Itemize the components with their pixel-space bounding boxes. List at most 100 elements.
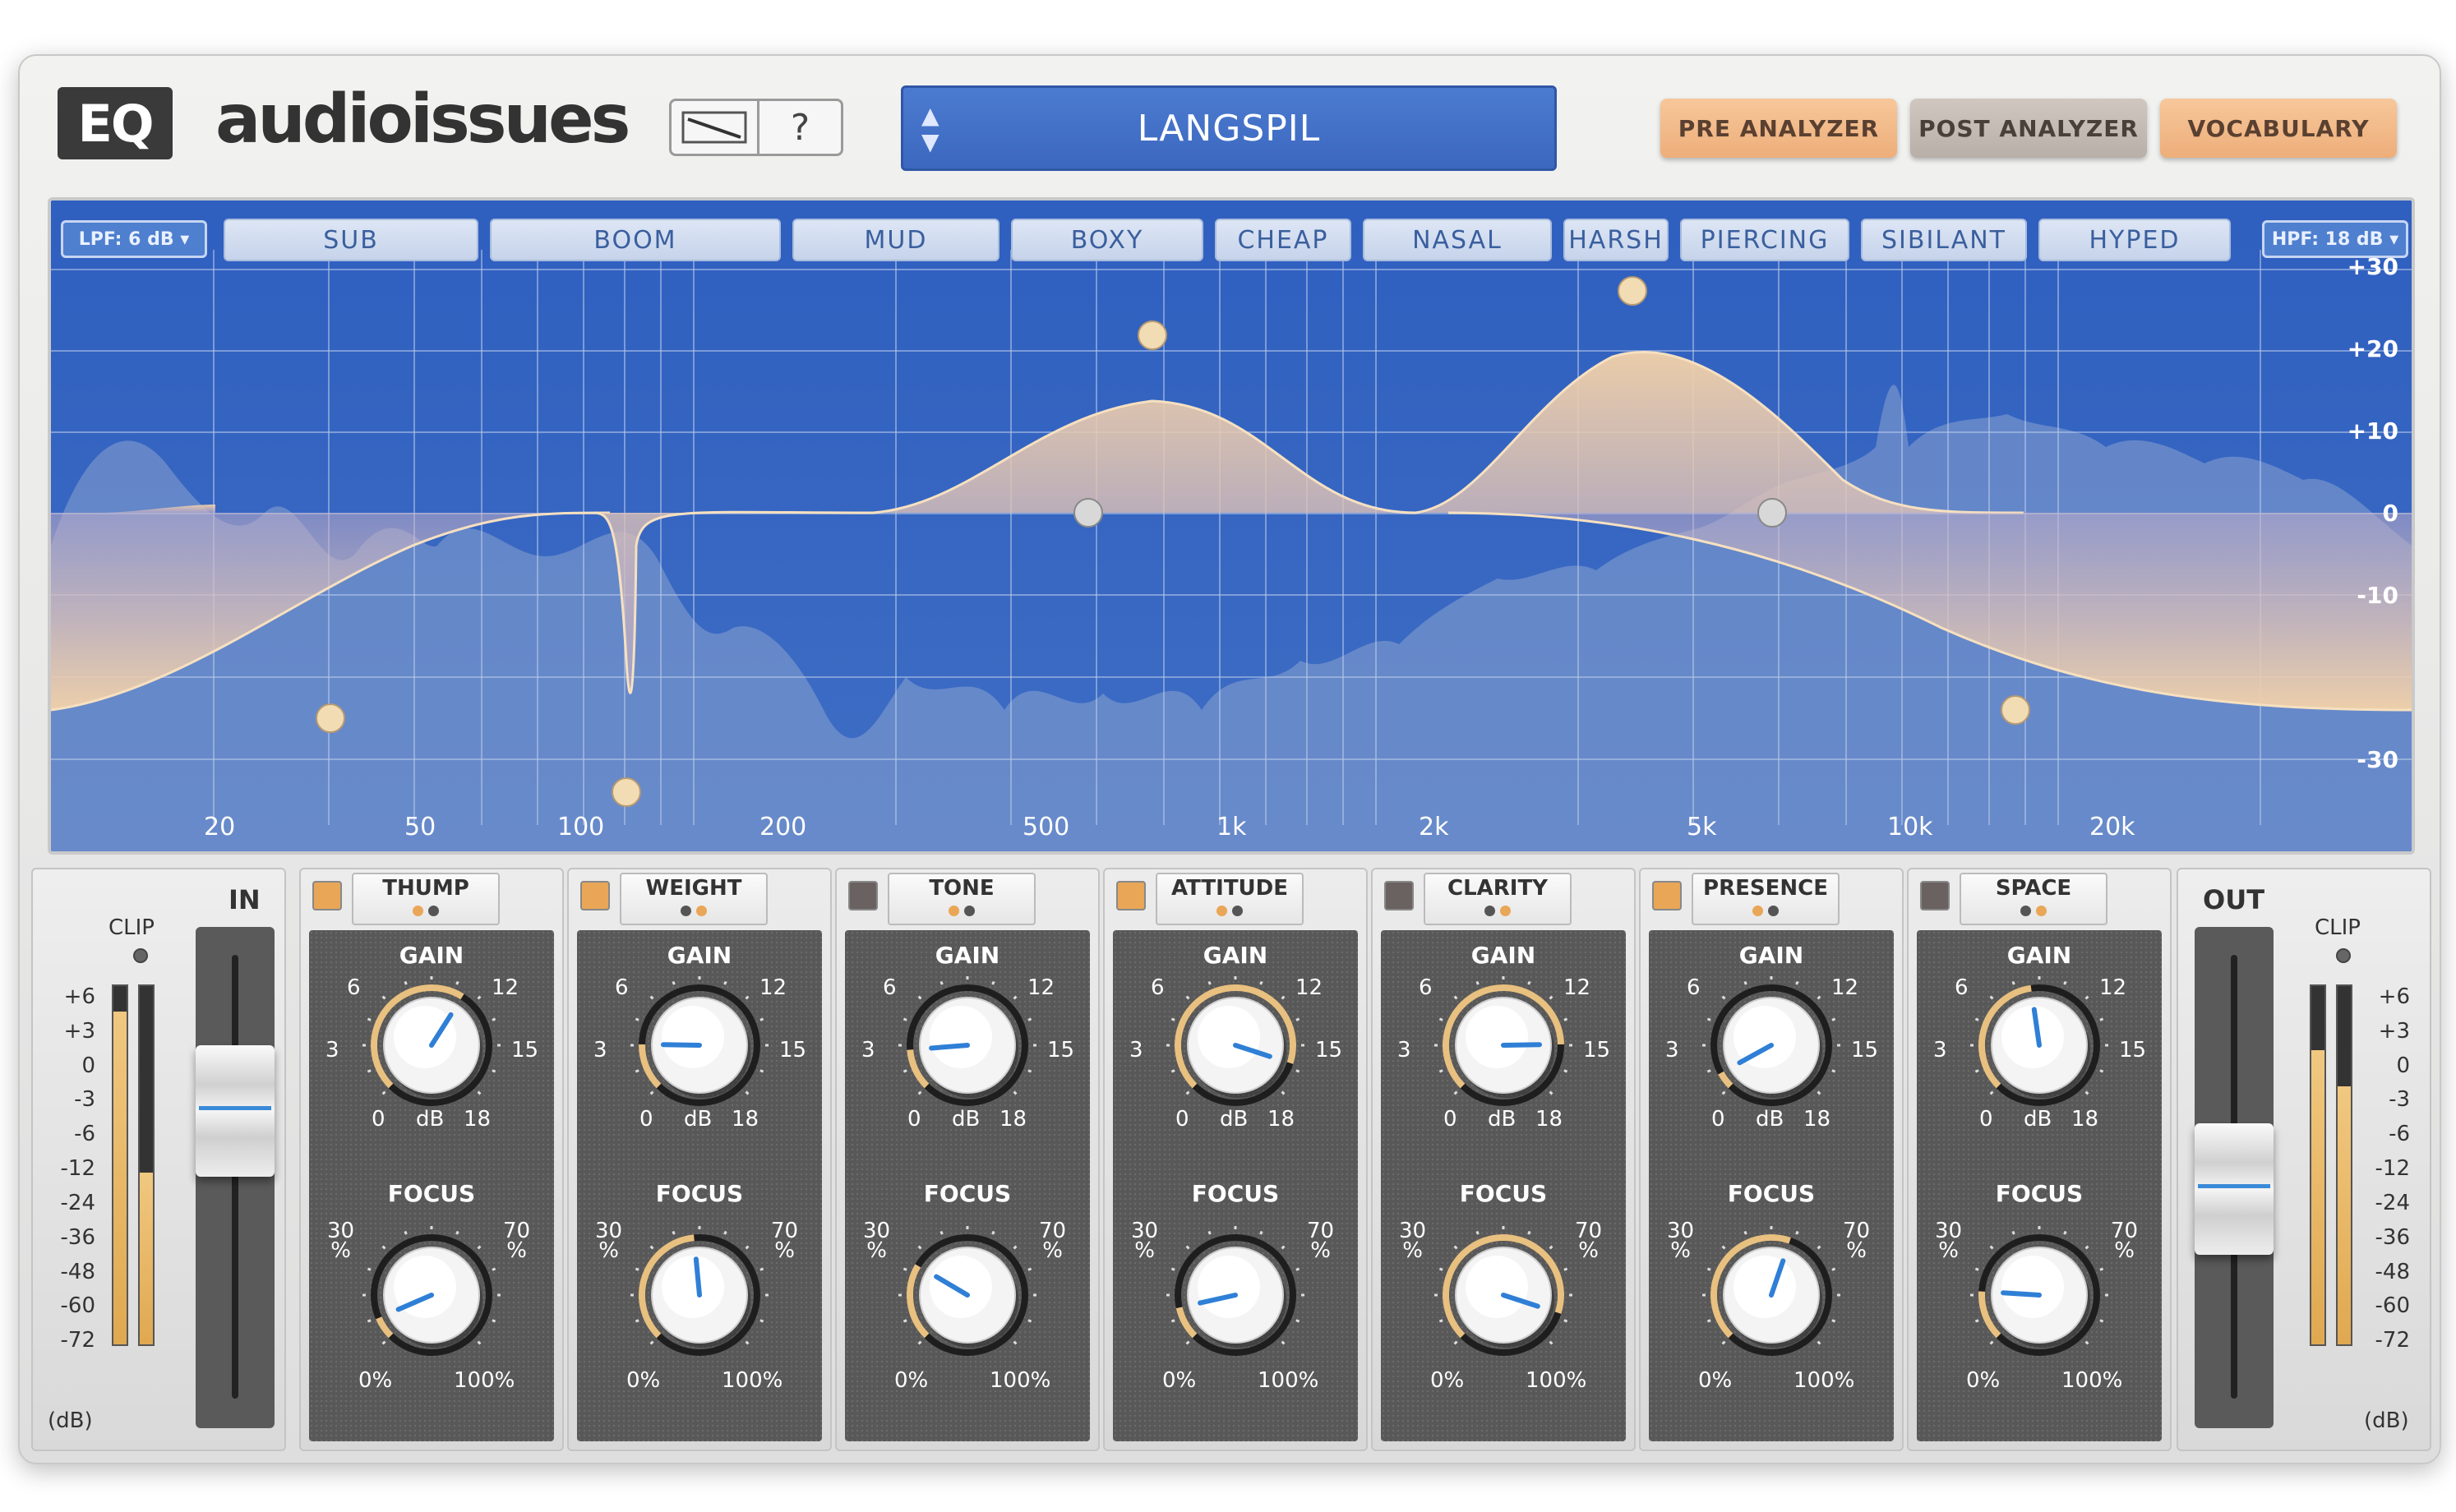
band-mode-dot[interactable] [1216,906,1227,916]
band-header: PRESENCE [1641,869,1902,932]
gain-knob[interactable] [1965,971,2113,1119]
vocab-boxy[interactable]: BOXY [1011,219,1203,261]
band-mode-dot[interactable] [681,906,691,916]
eq-graph[interactable]: LPF: 6 dB ▾ HPF: 18 dB ▾ SUB BOOM MUD BO… [48,197,2415,855]
output-clip-led[interactable] [2336,948,2351,963]
band-mode-dot[interactable] [2036,906,2047,916]
band-handle-tone [1073,498,1103,528]
band-mode-dot[interactable] [949,906,959,916]
focus-knob[interactable] [1161,1221,1309,1369]
db-scale-tick: -3 [74,1087,95,1113]
gain-tick-15: 15 [1851,1038,1879,1063]
vocab-sibilant[interactable]: SIBILANT [1861,219,2027,261]
focus-knob[interactable] [626,1221,773,1369]
preset-selector[interactable]: ▲ ▼ LANGSPIL [901,85,1557,171]
focus-knob[interactable] [893,1221,1041,1369]
vocab-sub[interactable]: SUB [224,219,478,261]
hpf-value: HPF: 18 dB [2271,228,2384,250]
band-enable-toggle[interactable] [1920,881,1950,910]
vocab-mud[interactable]: MUD [792,219,999,261]
vocab-harsh[interactable]: HARSH [1563,219,1669,261]
focus-tick-0: 0% [358,1368,393,1393]
db-scale-tick: -36 [60,1224,95,1250]
focus-knob[interactable] [358,1221,506,1369]
vocab-boom[interactable]: BOOM [490,219,781,261]
db-label-zero: 0 [2382,500,2398,527]
band-mode-dot[interactable] [413,906,423,916]
vocabulary-button[interactable]: VOCABULARY [2160,99,2397,158]
focus-tick-70: 70 % [1575,1219,1603,1263]
vocab-piercing[interactable]: PIERCING [1680,219,1849,261]
eq-graph-canvas[interactable] [51,201,2412,851]
band-mode-dots[interactable] [889,904,1034,920]
hz-label-50: 50 [404,813,436,841]
band-name: SPACE [1995,876,2072,901]
band-enable-toggle[interactable] [1652,881,1682,910]
vocab-nasal[interactable]: NASAL [1363,219,1552,261]
band-mode-dots[interactable] [621,904,766,920]
band-enable-toggle[interactable] [848,881,878,910]
band-mode-dot[interactable] [1768,906,1779,916]
gain-tick-15: 15 [779,1038,807,1063]
band-enable-toggle[interactable] [580,881,610,910]
vocab-hyped[interactable]: HYPED [2038,219,2231,261]
focus-knob[interactable] [1965,1221,2113,1369]
gain-knob[interactable] [1429,971,1577,1119]
focus-knob[interactable] [1429,1221,1577,1369]
gain-knob[interactable] [893,971,1041,1119]
band-knob-panel: GAIN 6 12 3 15 0 dB 18 FOCUS 30 % 70 % 0… [1381,930,1626,1441]
eq-logo-badge: EQ [58,87,173,159]
output-fader[interactable] [2195,927,2274,1428]
band-enable-toggle[interactable] [1116,881,1146,910]
hz-label-20: 20 [204,813,236,841]
db-scale-tick: -48 [60,1259,95,1284]
band-mode-dot[interactable] [2020,906,2031,916]
band-knob-panel: GAIN 6 12 3 15 0 dB 18 FOCUS 30 % 70 % 0… [309,930,554,1441]
gain-tick-3: 3 [1665,1038,1679,1063]
input-clip-led[interactable] [133,948,148,963]
pre-analyzer-button[interactable]: PRE ANALYZER [1660,99,1897,158]
gain-tick-15: 15 [1315,1038,1343,1063]
band-mode-dots[interactable] [1693,904,1838,920]
band-enable-toggle[interactable] [1384,881,1414,910]
focus-tick-70: 70 % [771,1219,799,1263]
gain-knob[interactable] [1161,971,1309,1119]
input-fader-handle[interactable] [196,1045,275,1177]
band-handle-space [2001,695,2030,725]
focus-tick-30: 30 % [595,1219,623,1263]
band-knob-panel: GAIN 6 12 3 15 0 dB 18 FOCUS 30 % 70 % 0… [845,930,1090,1441]
lpf-select[interactable]: LPF: 6 dB ▾ [61,220,207,258]
focus-tick-30: 30 % [327,1219,355,1263]
band-mode-dot[interactable] [428,906,439,916]
band-mode-dot[interactable] [696,906,707,916]
help-button[interactable]: ? [759,99,843,156]
band-handle-attitude [1138,320,1167,350]
band-mode-dot[interactable] [1484,906,1495,916]
band-mode-dot[interactable] [1232,906,1243,916]
band-mode-dots[interactable] [1961,904,2106,920]
band-mode-dots[interactable] [353,904,498,920]
output-fader-handle[interactable] [2195,1122,2274,1255]
band-name: CLARITY [1447,876,1549,901]
curve-view-button[interactable] [669,99,759,156]
gain-knob[interactable] [1697,971,1845,1119]
focus-tick-100: 100% [990,1368,1051,1393]
band-mode-dot[interactable] [964,906,975,916]
post-analyzer-button[interactable]: POST ANALYZER [1910,99,2147,158]
focus-knob[interactable] [1697,1221,1845,1369]
output-meter-right-fill [2338,1086,2351,1344]
focus-tick-30: 30 % [863,1219,891,1263]
db-scale-tick: -12 [60,1156,95,1182]
input-fader[interactable] [196,927,275,1428]
band-presence: PRESENCE GAIN 6 12 3 15 0 dB 18 FOCUS 30… [1639,868,1904,1451]
gain-knob[interactable] [358,971,506,1119]
gain-knob[interactable] [626,971,773,1119]
band-mode-dots[interactable] [1157,904,1302,920]
preset-stepper-icon[interactable]: ▲ ▼ [921,103,940,155]
band-mode-dot[interactable] [1752,906,1763,916]
focus-tick-70: 70 % [2111,1219,2139,1263]
band-mode-dot[interactable] [1500,906,1511,916]
vocab-cheap[interactable]: CHEAP [1215,219,1351,261]
band-enable-toggle[interactable] [312,881,342,910]
band-mode-dots[interactable] [1425,904,1570,920]
